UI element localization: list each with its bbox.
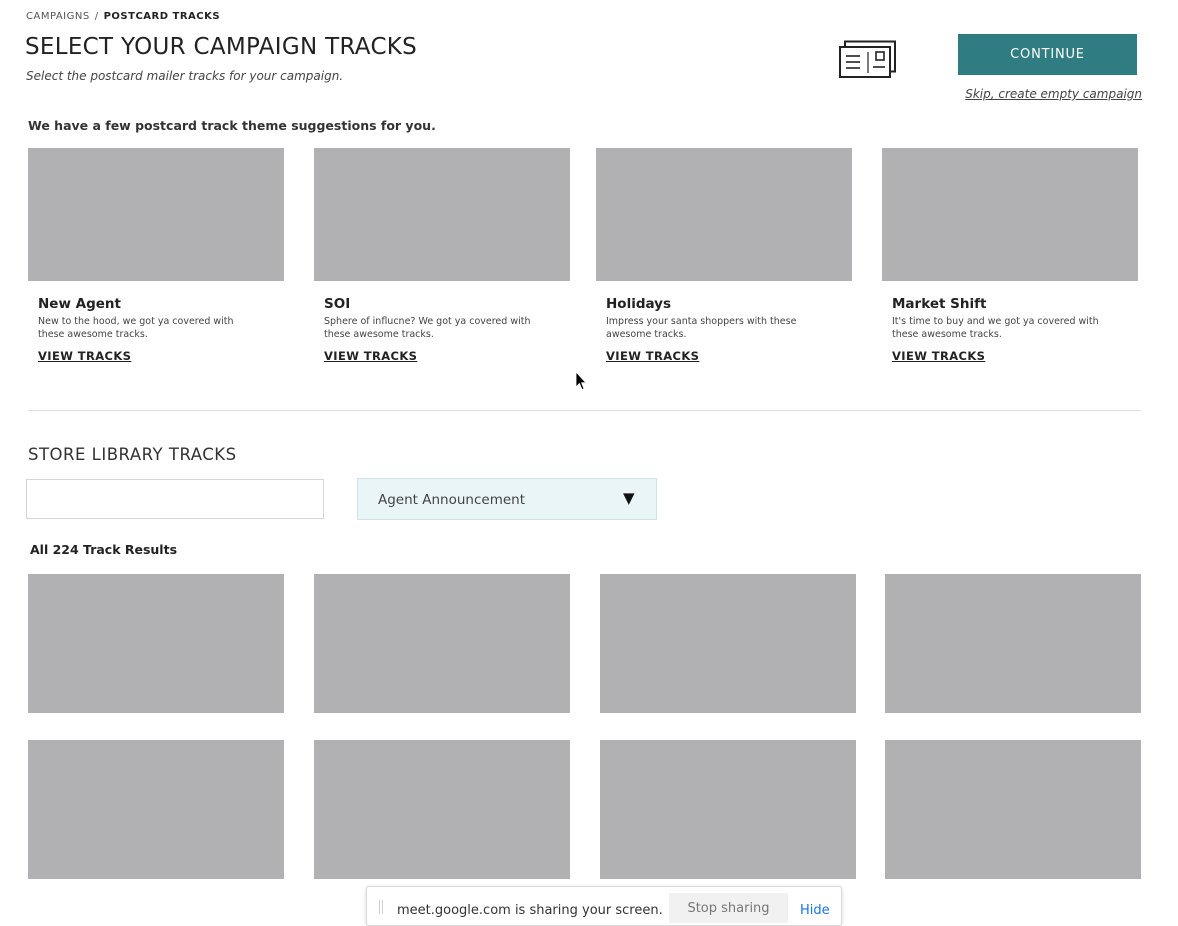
theme-card-market-shift: Market Shift It's time to buy and we got… xyxy=(882,148,1138,364)
breadcrumb: CAMPAIGNS / POSTCARD TRACKS xyxy=(26,11,220,22)
track-thumbnail[interactable] xyxy=(314,574,570,713)
theme-name: SOI xyxy=(324,296,351,312)
theme-description: Sphere of influcne? We got ya covered wi… xyxy=(324,316,531,340)
track-thumbnail[interactable] xyxy=(28,740,284,879)
suggestions-intro: We have a few postcard track theme sugge… xyxy=(28,118,436,133)
view-tracks-link[interactable]: VIEW TRACKS xyxy=(38,349,131,363)
theme-thumbnail[interactable] xyxy=(314,148,570,281)
track-thumbnail[interactable] xyxy=(28,574,284,713)
postcard-icon xyxy=(839,40,896,78)
view-tracks-link[interactable]: VIEW TRACKS xyxy=(892,349,985,363)
theme-thumbnail[interactable] xyxy=(882,148,1138,281)
select-value: Agent Announcement xyxy=(378,492,526,508)
section-divider xyxy=(28,410,1141,411)
theme-thumbnail[interactable] xyxy=(28,148,284,281)
theme-card-soi: SOI Sphere of influcne? We got ya covere… xyxy=(314,148,570,364)
page-subtitle: Select the postcard mailer tracks for yo… xyxy=(26,69,344,83)
mouse-cursor-icon xyxy=(575,371,587,391)
theme-thumbnail[interactable] xyxy=(596,148,852,281)
drag-handle-icon[interactable] xyxy=(379,900,380,914)
theme-name: Market Shift xyxy=(892,296,987,312)
screen-share-bar: meet.google.com is sharing your screen. … xyxy=(366,886,842,926)
breadcrumb-campaigns-link[interactable]: CAMPAIGNS xyxy=(26,11,90,22)
theme-description: Impress your santa shoppers with these a… xyxy=(606,316,797,340)
theme-card-holidays: Holidays Impress your santa shoppers wit… xyxy=(596,148,852,364)
breadcrumb-current: POSTCARD TRACKS xyxy=(103,11,221,22)
track-thumbnail[interactable] xyxy=(885,740,1141,879)
caret-down-icon: ▼ xyxy=(623,489,635,507)
page-title: SELECT YOUR CAMPAIGN TRACKS xyxy=(25,34,418,60)
screen-share-message: meet.google.com is sharing your screen. xyxy=(397,903,663,918)
track-category-select[interactable]: Agent Announcement ▼ xyxy=(357,478,657,520)
theme-description: It's time to buy and we got ya covered w… xyxy=(892,316,1099,340)
track-thumbnail[interactable] xyxy=(885,574,1141,713)
results-count: All 224 Track Results xyxy=(30,542,178,557)
theme-name: New Agent xyxy=(38,296,121,312)
skip-create-empty-campaign-link[interactable]: Skip, create empty campaign xyxy=(953,87,1142,101)
theme-card-new-agent: New Agent New to the hood, we got ya cov… xyxy=(28,148,284,364)
track-thumbnail[interactable] xyxy=(314,740,570,879)
view-tracks-link[interactable]: VIEW TRACKS xyxy=(324,349,417,363)
theme-name: Holidays xyxy=(606,296,672,312)
theme-description: New to the hood, we got ya covered with … xyxy=(38,316,234,340)
store-library-title: STORE LIBRARY TRACKS xyxy=(28,445,237,464)
track-thumbnail[interactable] xyxy=(600,740,856,879)
search-input[interactable] xyxy=(26,479,324,519)
continue-button[interactable]: CONTINUE xyxy=(958,34,1137,75)
stop-sharing-button[interactable]: Stop sharing xyxy=(669,893,788,923)
breadcrumb-separator: / xyxy=(94,11,99,22)
view-tracks-link[interactable]: VIEW TRACKS xyxy=(606,349,699,363)
hide-button[interactable]: Hide xyxy=(800,903,830,918)
track-thumbnail[interactable] xyxy=(600,574,856,713)
